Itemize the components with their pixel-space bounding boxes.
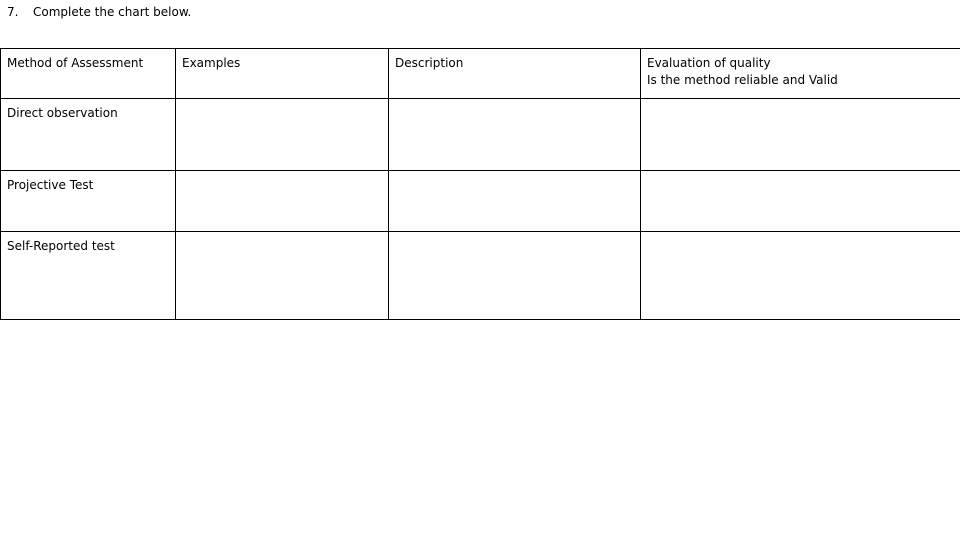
table-row: Self-Reported test bbox=[0, 231, 960, 320]
header-examples: Examples bbox=[175, 48, 389, 99]
assessment-chart-table: Method of Assessment Examples Descriptio… bbox=[0, 48, 960, 320]
header-method: Method of Assessment bbox=[0, 48, 176, 99]
question-text: Complete the chart below. bbox=[33, 5, 192, 19]
header-evaluation-line1: Evaluation of quality bbox=[647, 56, 771, 70]
evaluation-cell[interactable] bbox=[640, 231, 960, 320]
description-cell[interactable] bbox=[388, 170, 641, 232]
evaluation-cell[interactable] bbox=[640, 170, 960, 232]
header-evaluation-line2: Is the method reliable and Valid bbox=[647, 73, 838, 87]
method-cell: Direct observation bbox=[0, 98, 176, 171]
method-cell: Self-Reported test bbox=[0, 231, 176, 320]
method-cell: Projective Test bbox=[0, 170, 176, 232]
examples-cell[interactable] bbox=[175, 98, 389, 171]
examples-cell[interactable] bbox=[175, 231, 389, 320]
description-cell[interactable] bbox=[388, 98, 641, 171]
question-heading: 7. Complete the chart below. bbox=[7, 5, 191, 19]
header-description: Description bbox=[388, 48, 641, 99]
examples-cell[interactable] bbox=[175, 170, 389, 232]
description-cell[interactable] bbox=[388, 231, 641, 320]
header-evaluation: Evaluation of quality Is the method reli… bbox=[640, 48, 960, 99]
table-row: Direct observation bbox=[0, 98, 960, 171]
header-row: Method of Assessment Examples Descriptio… bbox=[0, 48, 960, 99]
question-number: 7. bbox=[7, 5, 19, 19]
table-row: Projective Test bbox=[0, 170, 960, 232]
evaluation-cell[interactable] bbox=[640, 98, 960, 171]
